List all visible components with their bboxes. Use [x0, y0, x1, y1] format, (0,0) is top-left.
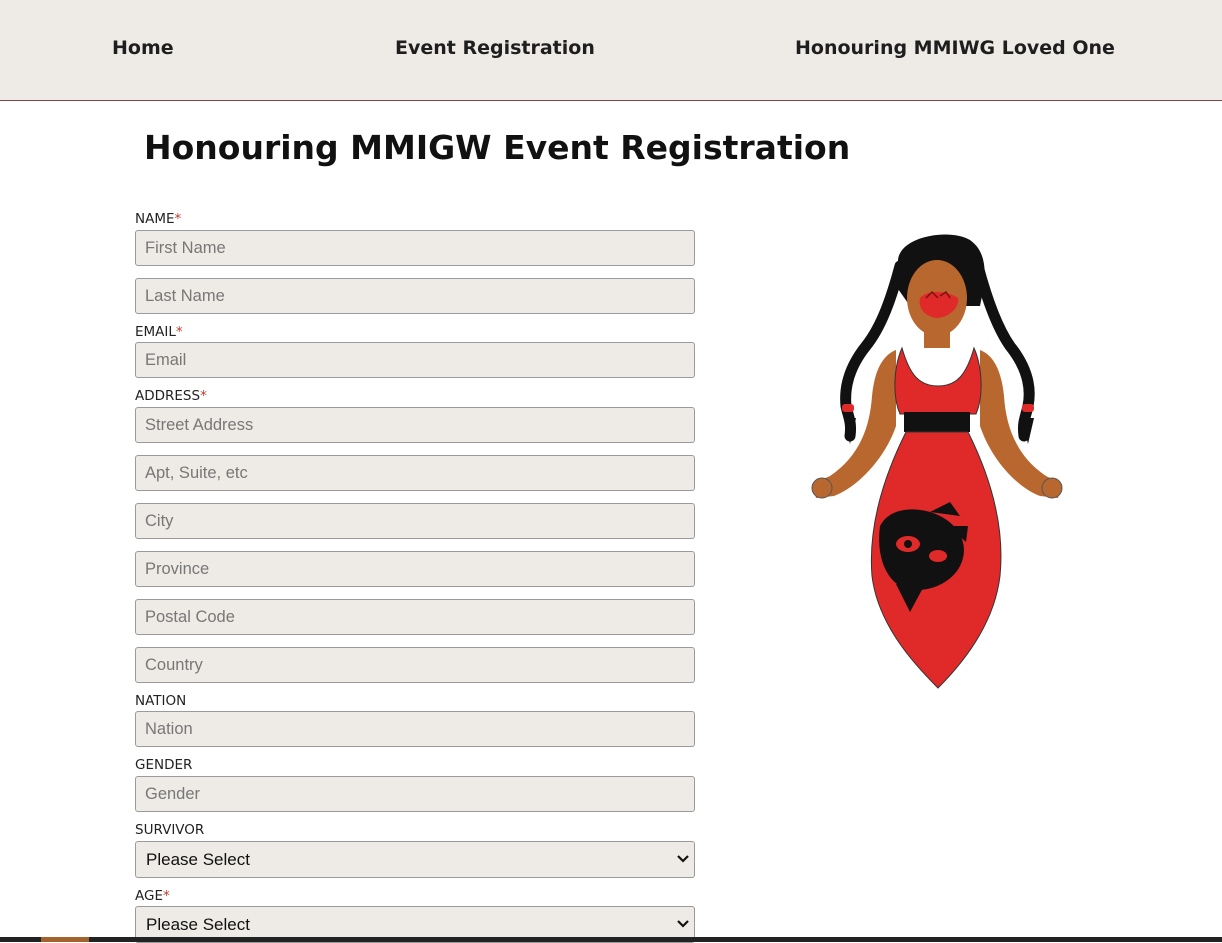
nav-link-event-registration[interactable]: Event Registration	[395, 37, 595, 59]
age-label: AGE*	[135, 888, 170, 904]
name-label: NAME*	[135, 211, 182, 227]
last-name-input[interactable]	[135, 278, 695, 314]
postal-code-input[interactable]	[135, 599, 695, 635]
page-title: Honouring MMIGW Event Registration	[144, 128, 851, 167]
country-input[interactable]	[135, 647, 695, 683]
footer-bar	[0, 937, 1222, 942]
nav-link-honouring-loved-one[interactable]: Honouring MMIWG Loved One	[795, 37, 1115, 59]
required-asterisk: *	[163, 888, 170, 904]
apt-suite-input[interactable]	[135, 455, 695, 491]
required-asterisk: *	[175, 324, 183, 340]
nation-input[interactable]	[135, 711, 695, 747]
email-label: EMAIL*	[135, 324, 183, 340]
survivor-label: SURVIVOR	[135, 822, 205, 838]
footer-accent	[41, 937, 89, 942]
required-asterisk: *	[174, 211, 182, 227]
top-navigation: Home Event Registration Honouring MMIWG …	[0, 0, 1222, 101]
survivor-select-wrapper: Please Select	[135, 841, 695, 878]
gender-input[interactable]	[135, 776, 695, 812]
email-input[interactable]	[135, 342, 695, 378]
city-input[interactable]	[135, 503, 695, 539]
nation-label: NATION	[135, 693, 187, 709]
gender-label: GENDER	[135, 757, 193, 773]
nav-link-home[interactable]: Home	[112, 37, 174, 59]
survivor-select[interactable]: Please Select	[135, 841, 695, 878]
street-address-input[interactable]	[135, 407, 695, 443]
address-label: ADDRESS*	[135, 388, 207, 404]
first-name-input[interactable]	[135, 230, 695, 266]
province-input[interactable]	[135, 551, 695, 587]
red-dress-woman-illustration	[811, 234, 1063, 689]
required-asterisk: *	[200, 388, 207, 404]
